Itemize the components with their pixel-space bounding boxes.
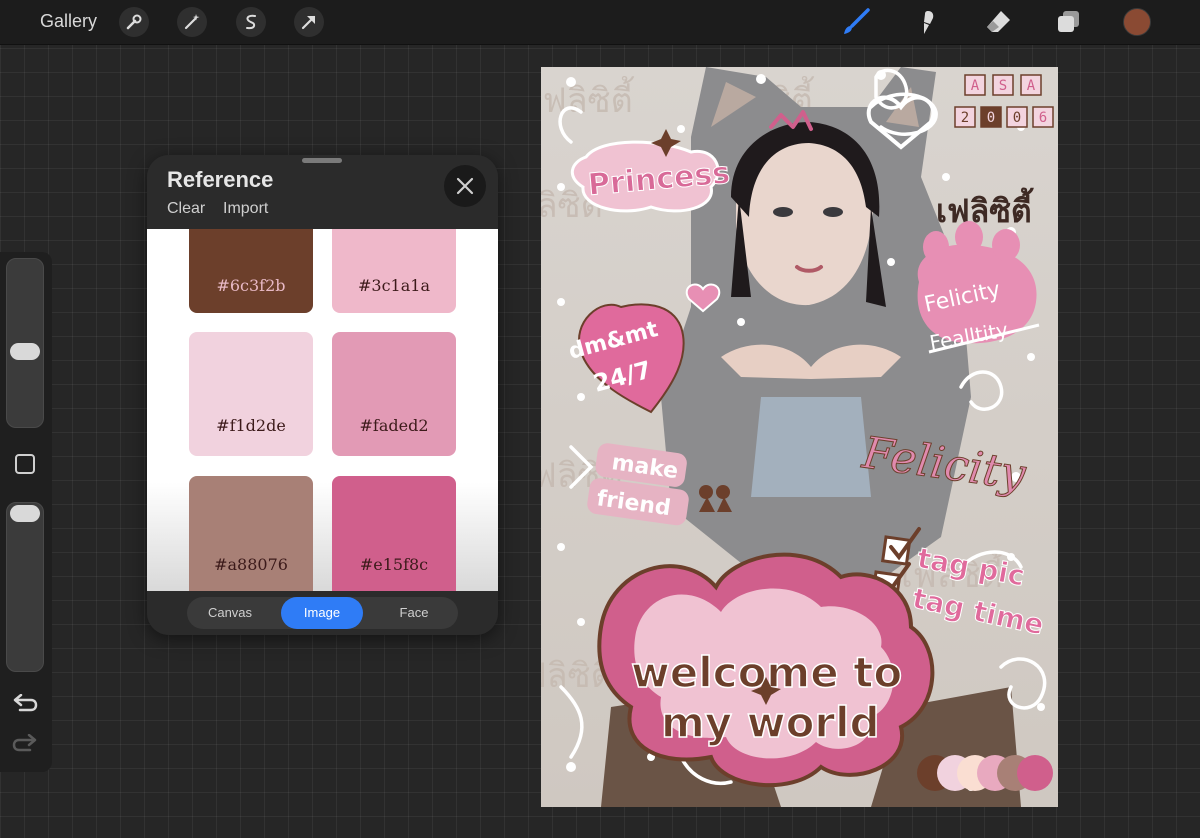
clear-button[interactable]: Clear: [167, 200, 205, 218]
left-sidebar: [0, 252, 52, 772]
swatch-faded2: #faded2: [332, 332, 456, 456]
gallery-button[interactable]: Gallery: [40, 11, 97, 32]
selection-icon[interactable]: [236, 7, 266, 37]
swatch-3c1a1a: #3c1a1a: [332, 229, 456, 313]
redo-icon[interactable]: [12, 733, 38, 761]
artwork-canvas[interactable]: เฟลิซิตี้ เฟลิซิตี้ เฟลิซิตี้ เฟลิซิตี้ …: [541, 67, 1058, 807]
swatch-6c3f2b: #6c3f2b: [189, 229, 313, 313]
swatch-label: #6c3f2b: [216, 275, 286, 295]
year-digit: 0: [987, 110, 995, 126]
layers-icon[interactable]: [1052, 6, 1084, 38]
swatch-label: #3c1a1a: [358, 275, 430, 295]
asa-letter: S: [999, 78, 1007, 94]
year-digit: 6: [1039, 110, 1047, 126]
tab-image[interactable]: Image: [281, 597, 363, 629]
swatch-label: #f1d2de: [216, 415, 286, 435]
close-icon: [456, 177, 474, 195]
thai-title: เฟลิซิตี้: [936, 187, 1034, 230]
palette-swatches: [917, 755, 1057, 795]
welcome-line2-text: my world: [661, 698, 880, 747]
palette-dot: [1017, 755, 1053, 791]
eraser-icon[interactable]: [982, 6, 1014, 38]
opacity-slider[interactable]: [6, 502, 44, 672]
reference-mode-segmented: Canvas Image Face: [187, 597, 458, 629]
swatch-label: #faded2: [359, 415, 429, 435]
asa-letter: A: [1027, 78, 1036, 94]
brush-icon[interactable]: [840, 6, 872, 38]
transform-arrow-icon[interactable]: [294, 7, 324, 37]
brush-size-slider[interactable]: [6, 258, 44, 428]
import-button[interactable]: Import: [223, 200, 268, 218]
modify-button[interactable]: [15, 454, 35, 474]
brush-size-thumb[interactable]: [10, 343, 40, 360]
close-button[interactable]: [444, 165, 486, 207]
asa-letter: A: [971, 78, 980, 94]
swatch-label: #a88076: [214, 554, 288, 574]
opacity-thumb[interactable]: [10, 505, 40, 522]
pattern-text: เฟลิซิตี้: [541, 76, 635, 121]
tab-face[interactable]: Face: [371, 597, 457, 629]
swatch-a88076: #a88076: [189, 476, 313, 591]
tab-canvas[interactable]: Canvas: [187, 597, 273, 629]
reference-header: Reference Clear Import: [147, 155, 498, 229]
reference-mode-bar: Canvas Image Face: [147, 591, 498, 635]
year-digit: 2: [961, 110, 969, 126]
magic-wand-icon[interactable]: [177, 7, 207, 37]
smudge-icon[interactable]: [910, 6, 942, 38]
welcome-flower: welcome to my world: [597, 552, 935, 788]
top-toolbar: Gallery: [0, 0, 1200, 45]
swatch-e15f8c: #e15f8c: [332, 476, 456, 591]
color-picker-button[interactable]: [1123, 8, 1151, 36]
reference-title: Reference: [167, 167, 274, 192]
year-digit: 0: [1013, 110, 1021, 126]
reference-image: #6c3f2b #3c1a1a #f1d2de #faded2 #a88076 …: [147, 229, 498, 591]
swatch-f1d2de: #f1d2de: [189, 332, 313, 456]
wrench-icon[interactable]: [119, 7, 149, 37]
undo-icon[interactable]: [12, 693, 38, 721]
panel-grabber[interactable]: [302, 158, 342, 163]
swatch-label: #e15f8c: [359, 554, 429, 574]
reference-panel: Reference Clear Import #6c3f2b #3c1a1a #…: [147, 155, 498, 635]
